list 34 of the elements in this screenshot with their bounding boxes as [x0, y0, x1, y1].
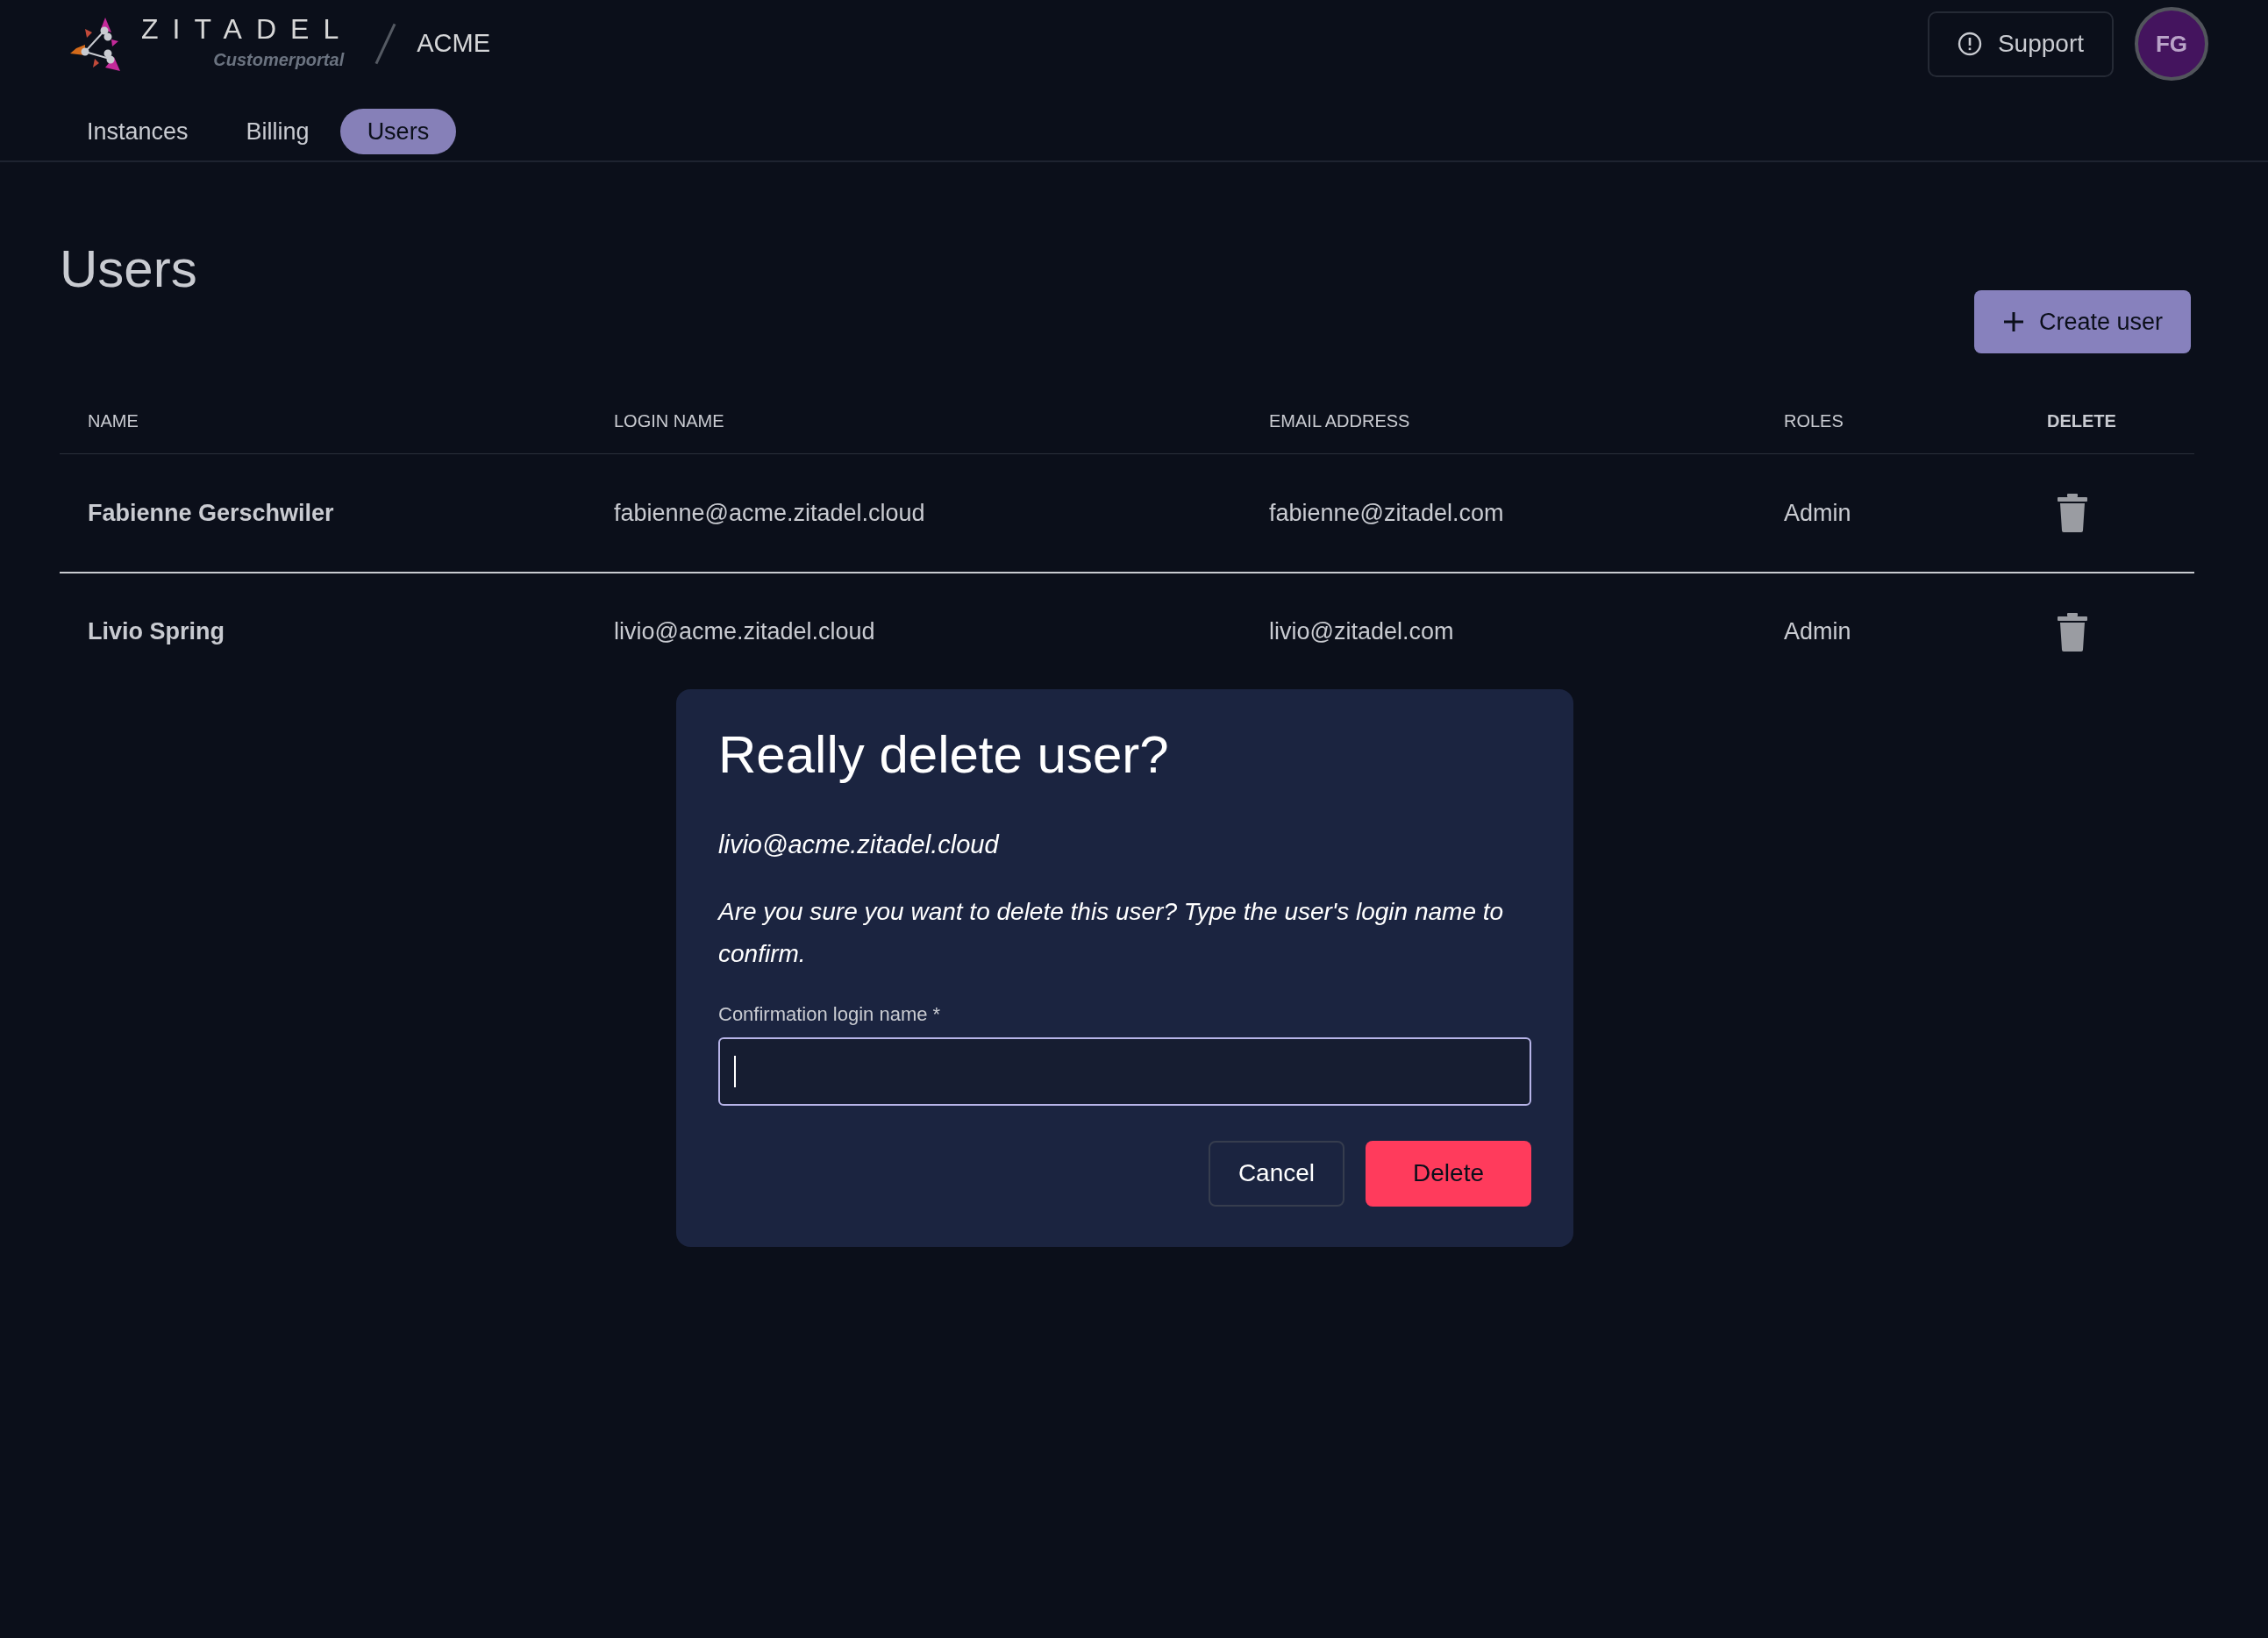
support-button[interactable]: Support: [1927, 11, 2114, 77]
user-name: Livio Spring: [88, 618, 225, 645]
login-name: livio@acme.zitadel.cloud: [614, 618, 875, 645]
create-user-button[interactable]: Create user: [1973, 290, 2191, 353]
trash-icon[interactable]: [2058, 493, 2087, 532]
login-name: livio@acme.zitadel.cloud: [718, 830, 1001, 860]
user-avatar[interactable]: FG: [2135, 7, 2208, 81]
column-header: DELETE: [2047, 411, 2116, 431]
page-title: Users: [60, 243, 198, 296]
user-name: Fabienne Gerschwiler: [88, 499, 334, 526]
confirmation-input-field[interactable]: [718, 1036, 1531, 1106]
email-address: livio@zitadel.com: [1269, 618, 1454, 645]
organization-name: ACME: [417, 28, 490, 60]
column-header: NAME: [88, 411, 139, 431]
trash-icon[interactable]: [2058, 612, 2087, 652]
dialog-message: Are you sure you want to delete this user? Type the user's login name to confirm.: [718, 896, 1505, 969]
login-name: fabienne@acme.zitadel.cloud: [614, 499, 925, 526]
field-label: Confirmation login name *: [718, 1001, 942, 1027]
dialog-title: Really delete user?: [718, 726, 1170, 784]
info-icon: [1957, 32, 1982, 56]
nav-tab[interactable]: Billing: [218, 109, 337, 154]
plus-icon: [2001, 310, 2025, 333]
logo-wordmark: ZITADEL: [141, 15, 353, 43]
cancel-button[interactable]: Cancel: [1208, 1140, 1345, 1207]
nav-tab[interactable]: Users: [339, 109, 457, 154]
role: Admin: [1784, 499, 1851, 526]
column-header: EMAIL ADDRESS: [1269, 411, 1410, 431]
role: Admin: [1784, 618, 1851, 645]
logo-subtitle: Customerportal: [212, 49, 346, 71]
nav-tab[interactable]: Instances: [60, 109, 216, 154]
email-address: fabienne@zitadel.com: [1269, 499, 1504, 526]
delete-button[interactable]: Delete: [1366, 1140, 1531, 1207]
column-header: LOGIN NAME: [614, 411, 724, 431]
column-header: ROLES: [1784, 411, 1844, 431]
